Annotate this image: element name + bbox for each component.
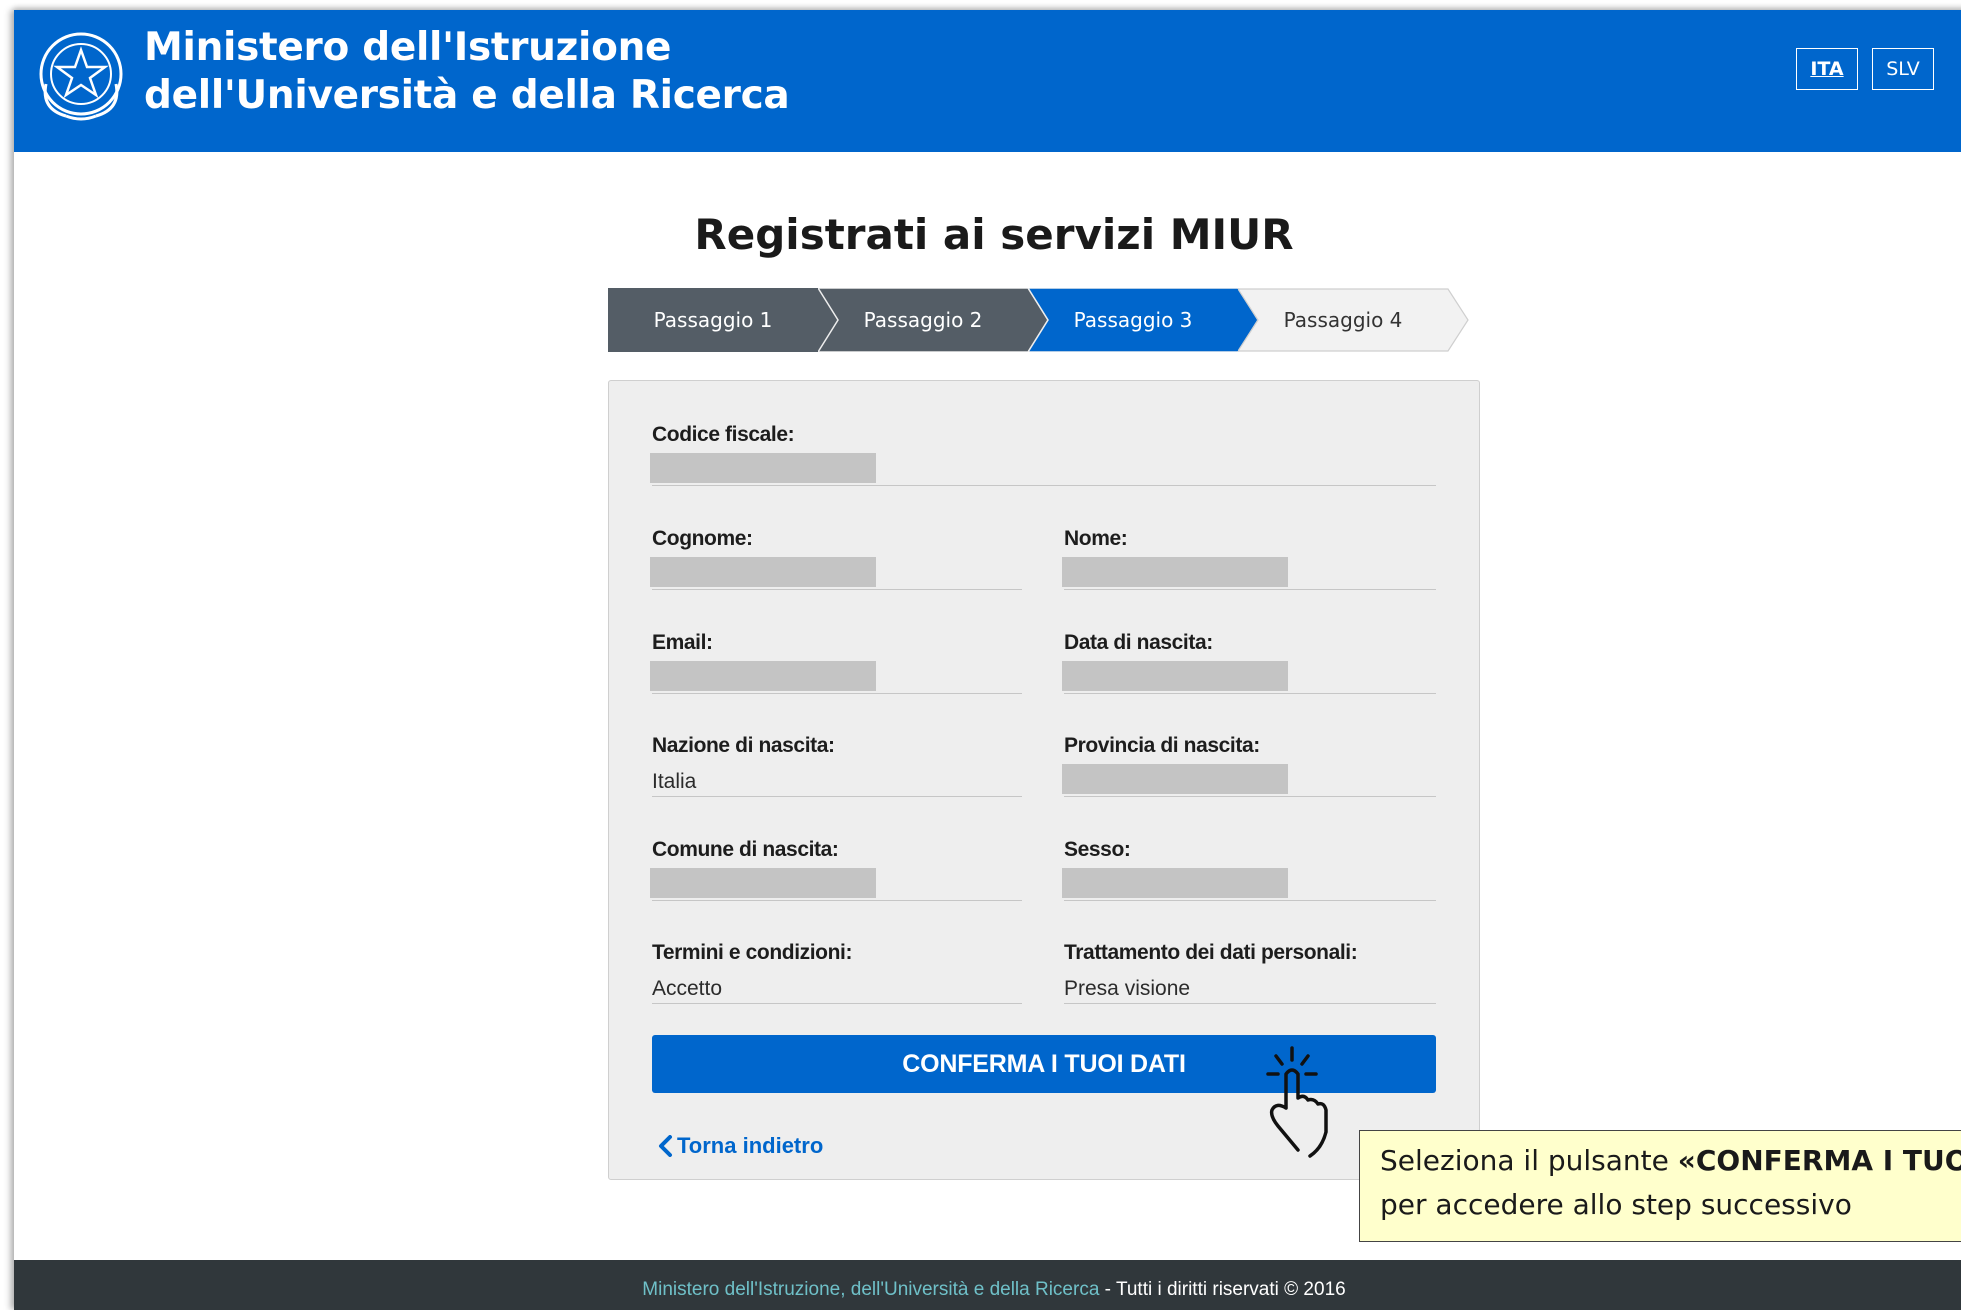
field-value: Accetto bbox=[652, 977, 723, 1000]
field-label: Email: bbox=[652, 631, 713, 654]
field-label: Cognome: bbox=[652, 527, 753, 550]
hand-pointer-icon bbox=[1266, 1046, 1328, 1158]
callout-text: Seleziona il pulsante bbox=[1380, 1144, 1678, 1177]
browser-page: Ministero dell'Istruzione dell'Universit… bbox=[14, 10, 1961, 1310]
field-label: Comune di nascita: bbox=[652, 838, 839, 861]
site-footer: Ministero dell'Istruzione, dell'Universi… bbox=[14, 1260, 1961, 1310]
back-link[interactable]: Torna indietro bbox=[657, 1133, 823, 1159]
redacted-value bbox=[650, 453, 876, 483]
field-label: Nome: bbox=[1064, 527, 1128, 550]
site-header: Ministero dell'Istruzione dell'Universit… bbox=[14, 10, 1961, 152]
field-data-nascita: Data di nascita: bbox=[1062, 631, 1436, 694]
language-slv-button[interactable]: SLV bbox=[1872, 48, 1934, 90]
field-termini: Termini e condizioni: Accetto bbox=[652, 941, 1022, 1004]
field-label: Sesso: bbox=[1064, 838, 1131, 861]
field-value: Italia bbox=[652, 770, 697, 793]
redacted-value bbox=[1062, 661, 1288, 691]
step-2: Passaggio 2 bbox=[818, 288, 1049, 352]
step-4-label: Passaggio 4 bbox=[1283, 308, 1403, 332]
redacted-value bbox=[1062, 764, 1288, 794]
page-title: Registrati ai servizi MIUR bbox=[694, 210, 1294, 259]
field-comune-nascita: Comune di nascita: bbox=[650, 838, 1022, 901]
footer-ministry-link[interactable]: Ministero dell'Istruzione, dell'Universi… bbox=[642, 1279, 1099, 1301]
field-cognome: Cognome: bbox=[650, 527, 1022, 590]
field-label: Data di nascita: bbox=[1064, 631, 1213, 654]
back-link-label: Torna indietro bbox=[677, 1133, 824, 1158]
step-1: Passaggio 1 bbox=[608, 288, 838, 352]
step-4: Passaggio 4 bbox=[1238, 288, 1469, 352]
step-2-label: Passaggio 2 bbox=[863, 308, 983, 332]
step-1-label: Passaggio 1 bbox=[653, 308, 773, 332]
field-email: Email: bbox=[650, 631, 1022, 694]
ministry-title[interactable]: Ministero dell'Istruzione dell'Universit… bbox=[144, 24, 790, 120]
italian-republic-emblem-icon[interactable] bbox=[36, 24, 126, 124]
step-3: Passaggio 3 bbox=[1028, 288, 1259, 352]
field-label: Codice fiscale: bbox=[652, 423, 795, 446]
field-nome: Nome: bbox=[1062, 527, 1436, 590]
field-label: Trattamento dei dati personali: bbox=[1064, 941, 1358, 964]
callout-line1: Seleziona il pulsante «CONFERMA I TUOI D… bbox=[1380, 1139, 1961, 1183]
field-label: Provincia di nascita: bbox=[1064, 734, 1260, 757]
callout-line2: per accedere allo step successivo bbox=[1380, 1188, 1852, 1221]
field-codice-fiscale: Codice fiscale: bbox=[650, 423, 1436, 486]
redacted-value bbox=[1062, 557, 1288, 587]
registration-stepper: Passaggio 1 Passaggio 2 Passaggio 3 Pass… bbox=[608, 288, 1488, 354]
step-3-label: Passaggio 3 bbox=[1073, 308, 1193, 332]
footer-rights: - Tutti i diritti riservati © 2016 bbox=[1099, 1279, 1346, 1300]
redacted-value bbox=[650, 557, 876, 587]
chevron-left-icon bbox=[659, 1135, 672, 1157]
field-provincia-nascita: Provincia di nascita: bbox=[1062, 734, 1436, 797]
callout-button-name: «CONFERMA I TUOI DATI» bbox=[1677, 1144, 1961, 1177]
field-sesso: Sesso: bbox=[1062, 838, 1436, 901]
ministry-title-line2: dell'Università e della Ricerca bbox=[144, 73, 790, 118]
field-value: Presa visione bbox=[1064, 977, 1191, 1000]
redacted-value bbox=[1062, 868, 1288, 898]
field-trattamento-dati: Trattamento dei dati personali: Presa vi… bbox=[1064, 941, 1436, 1004]
redacted-value bbox=[650, 661, 876, 691]
field-label: Termini e condizioni: bbox=[652, 941, 853, 964]
field-nazione-nascita: Nazione di nascita: Italia bbox=[652, 734, 1022, 797]
language-ita-button[interactable]: ITA bbox=[1796, 48, 1858, 90]
instruction-callout: Seleziona il pulsante «CONFERMA I TUOI D… bbox=[1359, 1130, 1961, 1242]
field-label: Nazione di nascita: bbox=[652, 734, 835, 757]
redacted-value bbox=[650, 868, 876, 898]
ministry-title-line1: Ministero dell'Istruzione bbox=[144, 25, 672, 70]
